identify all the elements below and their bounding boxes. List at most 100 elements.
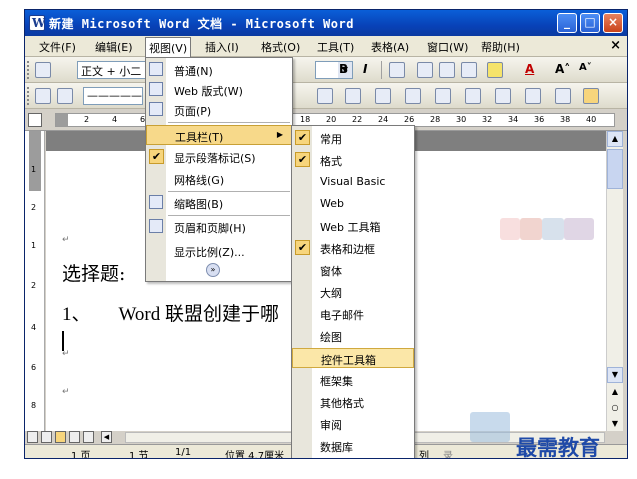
browse-object-icon[interactable]: ○ — [607, 401, 623, 417]
italic-button[interactable]: I — [363, 62, 367, 76]
numbering-icon[interactable] — [417, 62, 433, 78]
view-menu-page[interactable]: 页面(P) — [146, 100, 292, 120]
menu-item-label: 表格和边框 — [320, 243, 375, 256]
toolbar-web-tools[interactable]: Web 工具箱 — [292, 216, 414, 236]
eraser-icon[interactable] — [57, 88, 73, 104]
toolbar-grip[interactable] — [27, 87, 31, 105]
menu-item-label: 缩略图(B) — [174, 198, 224, 211]
toolbar-forms[interactable]: 窗体 — [292, 260, 414, 280]
view-menu-web-layout[interactable]: Web 版式(W) — [146, 80, 292, 100]
toolbar-standard[interactable]: ✔ 常用 — [292, 128, 414, 148]
vruler-number: 1 — [31, 241, 37, 250]
split-cells-icon[interactable] — [465, 88, 481, 104]
tab-selector[interactable] — [28, 113, 42, 127]
borders-icon[interactable] — [345, 88, 361, 104]
view-menu-gridlines[interactable]: 网格线(G) — [146, 169, 292, 189]
distribute-rows-icon[interactable] — [525, 88, 541, 104]
indent-icon[interactable] — [461, 62, 477, 78]
document-close-icon[interactable]: × — [610, 38, 621, 53]
menu-window[interactable]: 窗口(W) — [427, 39, 468, 55]
status-record: 录 — [443, 451, 453, 459]
toolbar-frames[interactable]: 框架集 — [292, 370, 414, 390]
menu-item-label: 数据库 — [320, 441, 353, 454]
menu-view[interactable]: 视图(V) — [145, 37, 192, 57]
scroll-down-icon[interactable]: ▼ — [607, 367, 623, 383]
minimize-button[interactable]: _ — [557, 13, 577, 33]
scroll-thumb[interactable] — [607, 149, 623, 189]
view-menu-zoom[interactable]: 显示比例(Z)... — [146, 241, 292, 261]
thumbnail-icon — [149, 195, 163, 209]
line-style-combo[interactable]: ————— — [83, 87, 143, 105]
view-menu-thumbnails[interactable]: 缩略图(B) — [146, 193, 292, 213]
vertical-ruler-margin — [29, 131, 41, 191]
shrink-font-button[interactable]: A˅ — [579, 62, 592, 73]
highlight-icon[interactable] — [487, 62, 503, 78]
menu-item-label: Web 工具箱 — [320, 221, 381, 234]
outline-view-button[interactable] — [69, 431, 80, 443]
toolbar-visual-basic[interactable]: Visual Basic — [292, 172, 414, 192]
toolbar-database[interactable]: 数据库 — [292, 436, 414, 456]
view-menu-header-footer[interactable]: 页眉和页脚(H) — [146, 217, 292, 237]
menu-file[interactable]: 文件(F) — [39, 39, 76, 55]
align-cell-icon[interactable] — [495, 88, 511, 104]
toolbar-web[interactable]: Web — [292, 194, 414, 214]
toolbar-separator — [381, 61, 382, 79]
reading-view-button[interactable] — [83, 431, 94, 443]
header-footer-icon — [149, 219, 163, 233]
tables-borders-toolbar: ————— — [25, 83, 627, 109]
toolbar-tables-borders[interactable]: ✔ 表格和边框 — [292, 238, 414, 258]
menu-item-label: 页面(P) — [174, 105, 212, 118]
menu-help[interactable]: 帮助(H) — [481, 39, 520, 55]
border-color-icon[interactable] — [317, 88, 333, 104]
expand-menu-icon[interactable]: » — [206, 263, 220, 277]
save-icon[interactable] — [35, 62, 51, 78]
menu-item-label: 控件工具箱 — [321, 354, 376, 367]
normal-view-button[interactable] — [27, 431, 38, 443]
web-view-button[interactable] — [41, 431, 52, 443]
check-icon: ✔ — [295, 240, 310, 255]
status-pages: 1/1 — [175, 447, 192, 458]
print-layout-button[interactable] — [55, 431, 66, 443]
grow-font-button[interactable]: A˄ — [555, 62, 570, 76]
menu-item-label: Web — [320, 197, 344, 210]
distribute-columns-icon[interactable] — [555, 88, 571, 104]
bullets-icon[interactable] — [439, 62, 455, 78]
word-app-icon[interactable]: W — [29, 15, 45, 31]
draw-table-icon[interactable] — [35, 88, 51, 104]
toolbar-control-toolbox[interactable]: 控件工具箱 — [292, 348, 414, 368]
close-button[interactable]: × — [603, 13, 623, 33]
toolbar-other-formatting[interactable]: 其他格式 — [292, 392, 414, 412]
autoformat-icon[interactable] — [583, 88, 599, 104]
menu-item-label: 窗体 — [320, 265, 342, 278]
style-combo[interactable]: 正文 + 小二 — [77, 61, 147, 79]
menu-insert[interactable]: 插入(I) — [205, 39, 239, 55]
toolbar-email[interactable]: 电子邮件 — [292, 304, 414, 324]
toolbar-outlining[interactable]: 大纲 — [292, 282, 414, 302]
menu-table[interactable]: 表格(A) — [371, 39, 409, 55]
toolbar-reviewing[interactable]: 审阅 — [292, 414, 414, 434]
menu-format[interactable]: 格式(O) — [261, 39, 300, 55]
menu-item-label: 绘图 — [320, 331, 342, 344]
shading-icon[interactable] — [375, 88, 391, 104]
menu-tools[interactable]: 工具(T) — [317, 39, 354, 55]
align-icon[interactable] — [389, 62, 405, 78]
menu-separator — [168, 122, 290, 123]
menu-edit[interactable]: 编辑(E) — [95, 39, 133, 55]
title-bar[interactable]: W 新建 Microsoft Word 文档 - Microsoft Word … — [25, 10, 627, 36]
maximize-button[interactable]: □ — [580, 13, 600, 33]
toolbar-formatting[interactable]: ✔ 格式 — [292, 150, 414, 170]
vertical-ruler[interactable]: 1 2 1 2 4 6 8 — [25, 131, 45, 431]
toolbar-grip[interactable] — [27, 61, 31, 79]
merge-cells-icon[interactable] — [435, 88, 451, 104]
insert-table-icon[interactable] — [405, 88, 421, 104]
view-menu-show-paragraph-marks[interactable]: ✔ 显示段落标记(S) — [146, 147, 292, 167]
font-color-button[interactable]: A — [525, 62, 534, 76]
toolbar-drawing[interactable]: 绘图 — [292, 326, 414, 346]
scroll-left-icon[interactable]: ◀ — [101, 431, 112, 443]
view-menu-normal[interactable]: 普通(N) — [146, 60, 292, 80]
scroll-up-icon[interactable]: ▲ — [607, 131, 623, 147]
vertical-scrollbar[interactable]: ▲ ▼ ▲ ○ ▼ — [606, 131, 623, 433]
bold-button[interactable]: B — [339, 62, 348, 76]
view-menu-toolbars[interactable]: 工具栏(T) ▶ — [146, 125, 292, 145]
prev-page-icon[interactable]: ▲ — [607, 385, 623, 401]
